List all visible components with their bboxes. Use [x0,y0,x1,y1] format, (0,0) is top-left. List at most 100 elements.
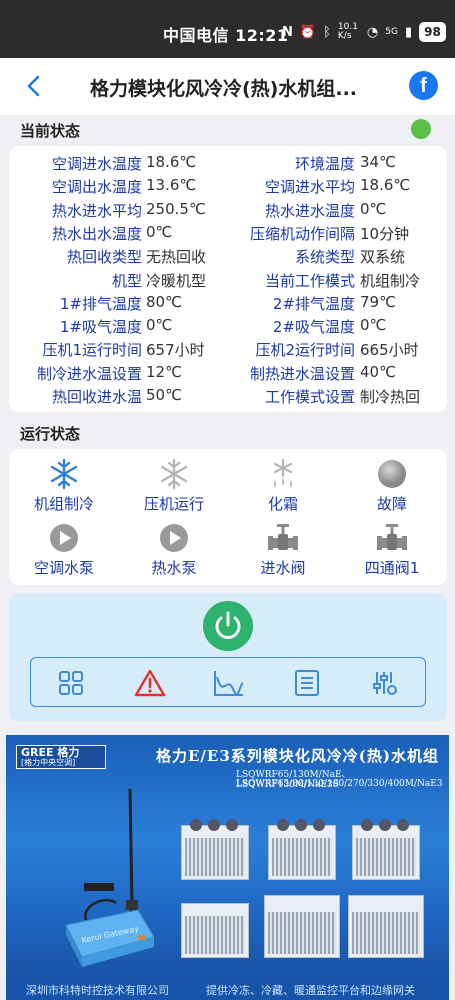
power-button[interactable] [203,601,253,651]
status-row: 压机1运行时间 657小时 压机2运行时间 665小时 [9,337,447,360]
status-value: 18.6℃ [146,153,197,171]
status-row: 热水出水温度 0℃ 压缩机动作间隔 10分钟 [9,221,447,244]
chiller-unit-image [268,819,336,880]
status-bar: 中国电信 12:21 N ⏰ ᛒ 10.1 K/s ◔ 5G ▮ 98 [0,0,455,58]
chiller-unit-image [181,903,249,958]
status-time: 中国电信 12:21 [163,26,289,45]
banner-model-line-2: LSQWRF65/80/130/160/270/330/400M/NaE3 [236,779,443,789]
chiller-unit-image [352,819,420,880]
status-row: 机型 冷暖机型 当前工作模式 机组制冷 [9,268,447,291]
status-label: 机型 [111,271,142,290]
banner-company: 深圳市科特时控技术有限公司 [26,984,169,997]
run-label-hot-water-pump: 热水泵 [151,559,197,577]
grid-icon[interactable] [57,669,85,697]
status-label: 环境温度 [294,155,355,173]
status-label: 空调进水温度 [51,155,142,173]
status-value: 12℃ [146,362,182,381]
status-value: 80℃ [146,292,182,311]
status-row: 热回收类型 无热回收 系统类型 双系统 [9,244,447,267]
status-value: 0℃ [146,316,173,335]
status-label: 空调进水平均 [264,178,355,197]
pump-icon [160,524,188,552]
run-item-hot-water-pump: 热水泵 [124,522,224,578]
status-value: 34℃ [360,153,396,171]
status-icons: N ⏰ ᛒ 10.1 K/s ◔ 5G ▮ 98 [282,22,446,42]
product-banner[interactable]: GREE 格力 [格力中央空调] 格力E/E3系列模块化风冷冷(热)水机组 LS… [6,735,449,1000]
run-item-fault: 故障 [342,458,442,514]
facebook-icon[interactable]: f [409,71,438,100]
run-label-unit-cooling: 机组制冷 [33,495,94,513]
status-label: 热回收类型 [66,248,142,267]
chiller-unit-image [264,895,340,958]
banner-footer: 深圳市科特时控技术有限公司 提供冷冻、冷藏、暖通监控平台和边缘网关 [6,978,449,1000]
app-header: 格力模块化风冷冷(热)水机组... f [0,58,455,115]
status-label: 制冷进水温设置 [36,364,142,383]
run-label-compressor: 压机运行 [143,495,204,513]
wifi-icon: ◔ [366,24,379,40]
status-label: 1#排气温度 [59,294,142,313]
status-label: 热回收进水温 [51,388,142,406]
status-label: 2#吸气温度 [272,318,355,337]
status-value: 10分钟 [360,224,410,243]
chart-icon[interactable] [213,669,245,697]
snowflake-active-icon [50,458,78,490]
status-row: 空调进水温度 18.6℃ 环境温度 34℃ [9,151,447,174]
run-item-inlet-valve: 进水阀 [233,522,333,578]
status-row: 1#吸气温度 0℃ 2#吸气温度 0℃ [9,314,447,337]
status-value: 无热回收 [146,248,207,267]
status-label: 工作模式设置 [264,388,355,406]
run-item-unit-cooling: 机组制冷 [14,458,114,514]
network-type: 5G [385,27,398,37]
status-label: 热水出水温度 [51,224,142,243]
run-label-ac-pump: 空调水泵 [33,559,94,577]
status-value: 50℃ [146,386,182,404]
chiller-unit-image [181,819,249,880]
run-status-card: 机组制冷 压机运行 化霜 故障 空调水泵 热水泵 进水阀 四通阀1 [9,449,447,585]
alarm-warning-icon[interactable] [134,669,166,697]
run-label-fault: 故障 [376,495,407,513]
status-label: 1#吸气温度 [59,318,142,337]
status-value: 40℃ [360,362,396,381]
status-label: 压缩机动作间隔 [249,224,355,243]
status-value: 双系统 [360,248,406,267]
status-row: 1#排气温度 80℃ 2#排气温度 79℃ [9,291,447,314]
status-value: 制冷热回 [360,388,421,406]
status-value: 0℃ [146,222,173,241]
run-label-defrost: 化霜 [267,495,298,513]
status-value: 机组制冷 [360,271,421,290]
pump-icon [50,524,78,552]
status-label: 当前工作模式 [264,271,355,290]
defrost-icon [273,458,293,488]
status-label: 系统类型 [294,248,355,267]
status-value: 657小时 [146,341,205,360]
run-label-four-way-valve: 四通阀1 [364,559,420,577]
run-label-inlet-valve: 进水阀 [260,559,306,577]
chevron-left-icon[interactable] [22,74,46,98]
gree-logo: GREE 格力 [格力中央空调] [16,745,106,769]
fault-indicator-icon [378,460,406,488]
list-icon[interactable] [293,669,321,697]
valve-icon [377,524,407,550]
current-status-title: 当前状态 [20,122,81,140]
function-toolbar [30,657,426,707]
run-status-title: 运行状态 [20,425,81,443]
status-value: 冷暖机型 [146,271,207,290]
alarm-icon: ⏰ [299,24,317,40]
settings-sliders-icon[interactable] [371,669,399,697]
run-item-defrost: 化霜 [233,458,333,514]
nfc-icon: N [282,24,293,40]
status-label: 热水进水平均 [51,201,142,220]
page-title: 格力模块化风冷冷(热)水机组... [90,78,358,100]
battery-icon: 98 [419,22,446,42]
chiller-unit-image [348,895,424,958]
status-label: 2#排气温度 [272,294,355,313]
status-value: 79℃ [360,292,396,311]
run-item-four-way-valve: 四通阀1 [342,522,442,578]
bluetooth-icon: ᛒ [323,24,331,40]
banner-title: 格力E/E3系列模块化风冷冷(热)水机组 [156,747,439,765]
current-status-card: 空调进水温度 18.6℃ 环境温度 34℃ 空调出水温度 13.6℃ 空调进水平均 18.6℃… [9,146,447,412]
net-speed: 10.1 K/s [337,22,358,41]
gateway-device-image [65,788,155,967]
valve-icon [268,524,298,550]
run-item-compressor: 压机运行 [124,458,224,514]
